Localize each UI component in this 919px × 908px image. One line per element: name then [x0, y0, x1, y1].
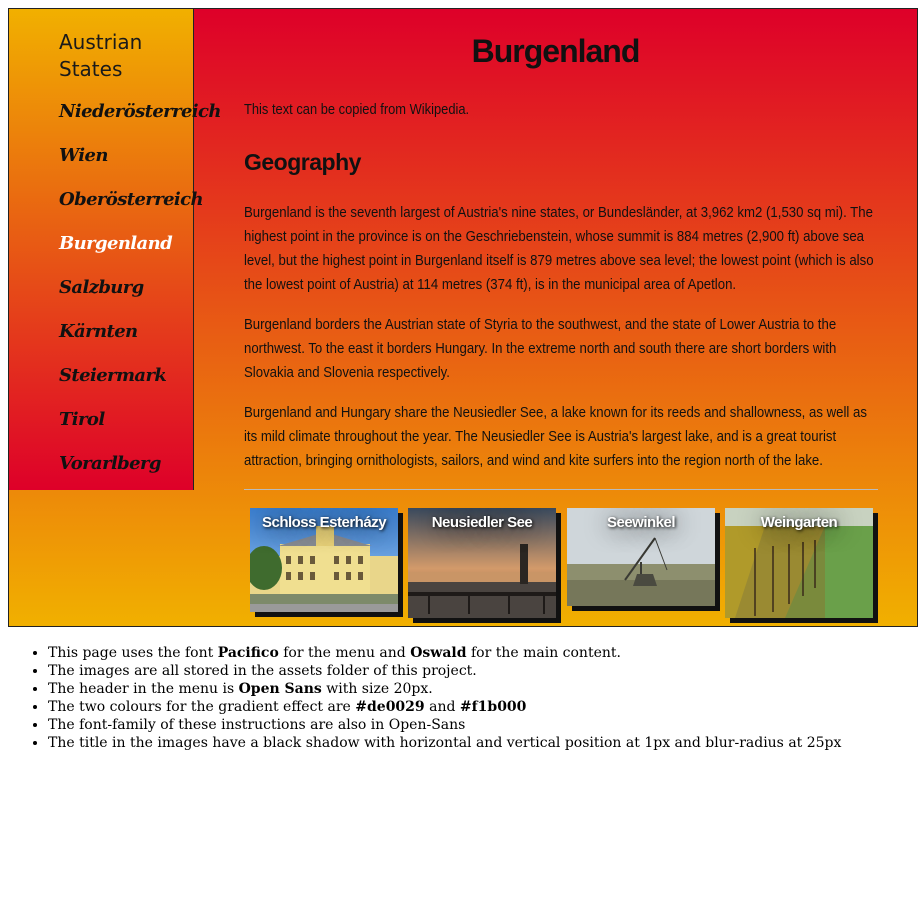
page-title: Burgenland: [471, 33, 641, 69]
paragraph: Burgenland borders the Austrian state of…: [244, 316, 837, 381]
gallery-caption: Neusiedler See: [431, 514, 533, 531]
gallery-caption: Schloss Esterházy: [261, 514, 387, 531]
section-heading: Geography: [244, 149, 361, 175]
instruction-item: The images are all stored in the assets …: [48, 662, 918, 680]
intro-text: This text can be copied from Wikipedia.: [244, 101, 470, 118]
main-content: Burgenland This text can be copied from …: [194, 9, 917, 626]
sidebar: Austrian States Niederösterreich Wien Ob…: [9, 9, 221, 490]
paragraph: Burgenland is the seventh largest of Aus…: [244, 204, 874, 293]
gallery-card-seewinkel[interactable]: Seewinkel: [567, 508, 715, 606]
gallery-card-schloss-esterhazy[interactable]: Schloss Esterházy: [250, 508, 398, 612]
instruction-item: The two colours for the gradient effect …: [48, 698, 918, 716]
instruction-item: The header in the menu is Open Sans with…: [48, 680, 918, 698]
gallery-card-weingarten[interactable]: Weingarten: [725, 508, 873, 618]
instructions-list: This page uses the font Pacifico for the…: [8, 644, 918, 752]
gallery-card-neusiedler-see[interactable]: Neusiedler See: [408, 508, 556, 618]
paragraph: Burgenland and Hungary share the Neusied…: [244, 404, 867, 469]
gallery-caption: Weingarten: [760, 514, 838, 531]
instruction-item: This page uses the font Pacifico for the…: [48, 644, 918, 662]
menu-header: Austrian States: [59, 30, 143, 81]
instruction-item: The title in the images have a black sha…: [48, 734, 918, 752]
instruction-item: The font-family of these instructions ar…: [48, 716, 918, 734]
divider: [244, 489, 878, 490]
page-frame: Austrian States Niederösterreich Wien Ob…: [8, 8, 918, 627]
gallery-caption: Seewinkel: [606, 514, 676, 531]
